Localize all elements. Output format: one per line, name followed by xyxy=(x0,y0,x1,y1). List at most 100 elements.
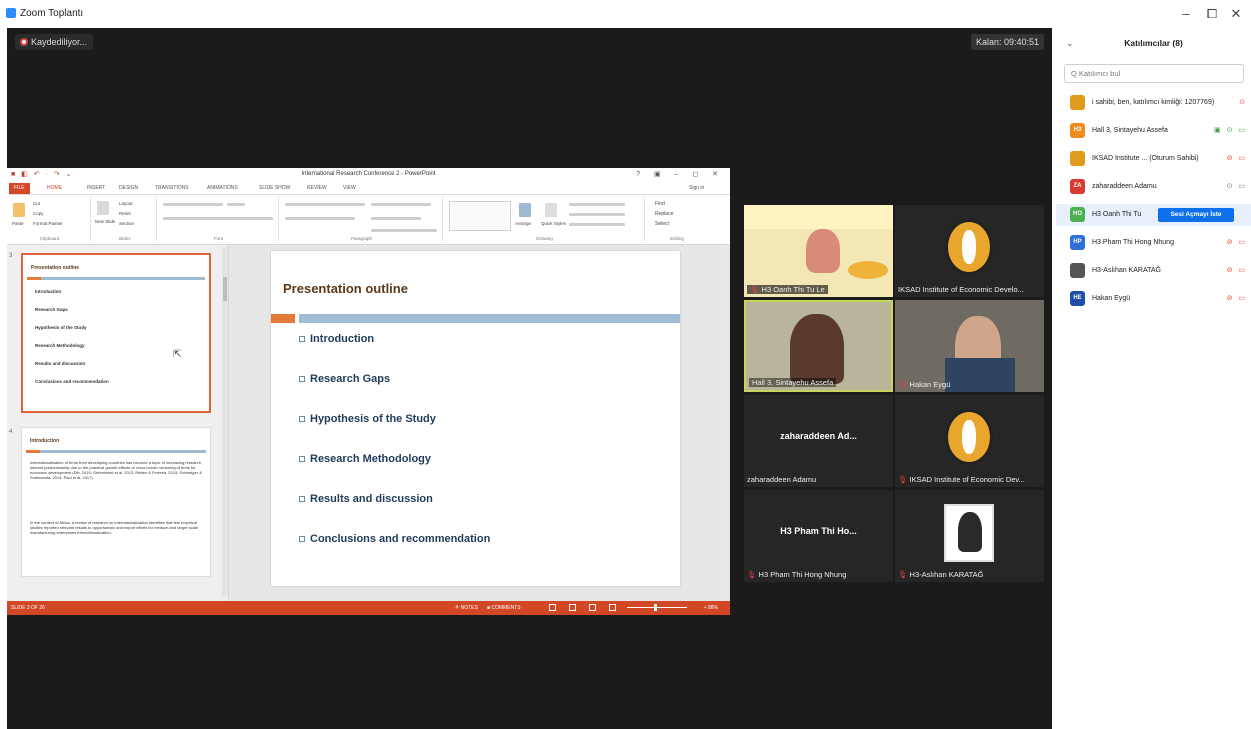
shape-fill-button[interactable] xyxy=(569,203,625,206)
ribbon-group-clipboard: Paste Cut Copy Format Painter Clipboard xyxy=(9,197,91,241)
video-tile[interactable]: H3 Pham Thi Ho... 🎙 H3 Pham Thi Hong Nhun… xyxy=(744,490,893,582)
shape-outline-button[interactable] xyxy=(569,213,625,216)
participant-row[interactable]: HE Hakan Eygü ⊘ ▭ xyxy=(1056,288,1251,310)
normal-view-icon[interactable] xyxy=(549,604,556,611)
participant-status-icons[interactable]: ⊘ ▭ xyxy=(1227,266,1247,274)
video-tile[interactable]: 🎙 IKSAD Institute of Economic Dev... xyxy=(895,395,1044,487)
find-button[interactable]: Find xyxy=(655,201,665,207)
slideshow-view-icon[interactable] xyxy=(609,604,616,611)
layout-button[interactable]: Layout xyxy=(119,201,133,206)
ppt-tab-slideshow[interactable]: SLIDE SHOW xyxy=(259,185,290,191)
reset-button[interactable]: Reset xyxy=(119,211,131,216)
slide-bullet: Research Gaps xyxy=(299,373,390,385)
new-slide-button[interactable]: New Slide xyxy=(95,219,115,224)
participant-row[interactable]: HP H3 Pham Thi Hong Nhung ⊘ ▭ xyxy=(1056,232,1251,254)
participant-search-input[interactable]: Q Katılımcı bul xyxy=(1064,64,1244,83)
participant-row[interactable]: IKSAD Institute ... (Oturum Sahibi) ⊘ ▭ xyxy=(1056,148,1251,170)
align-buttons[interactable] xyxy=(285,217,355,220)
participant-status-icons[interactable]: ⊘ ▭ xyxy=(1227,238,1247,246)
video-tile-active-speaker[interactable]: Hall 3, Sintayehu Assefa xyxy=(744,300,893,392)
text-direction-button[interactable] xyxy=(371,203,431,206)
video-tile[interactable]: IKSAD Institute of Economic Develo... xyxy=(895,205,1044,297)
section-button[interactable]: Section xyxy=(119,221,134,226)
font-size-box[interactable] xyxy=(227,203,245,206)
meeting-view: Kaydediliyor... Kalan: 09:40:51 ■ ◧ ↶ · … xyxy=(7,28,1052,729)
ppt-signin[interactable]: Sign in xyxy=(689,185,704,191)
ribbon-label-clipboard: Clipboard xyxy=(39,236,60,241)
quick-styles-icon[interactable] xyxy=(545,203,557,217)
format-painter-button[interactable]: Format Painter xyxy=(33,221,63,226)
ppt-window-controls[interactable]: ? ▣ – ◻ ✕ xyxy=(636,170,724,178)
replace-button[interactable]: Replace xyxy=(655,211,673,217)
participant-status-icons[interactable]: ⊘ ▭ xyxy=(1227,294,1247,302)
ppt-tab-animations[interactable]: ANIMATIONS xyxy=(207,185,238,191)
ask-to-unmute-button[interactable]: Sesi Açmayı İste xyxy=(1158,208,1234,222)
smartart-button[interactable] xyxy=(371,229,437,232)
quick-styles-button[interactable]: Quick Styles xyxy=(541,221,566,226)
participant-video xyxy=(790,314,844,384)
ppt-tab-transitions[interactable]: TRANSITIONS xyxy=(155,185,189,191)
thumb-bar-accent xyxy=(27,277,41,280)
participant-status-icons[interactable]: ▣ ⊙ ▭ xyxy=(1214,126,1247,134)
ppt-tab-view[interactable]: VIEW xyxy=(343,185,356,191)
comments-button[interactable]: ■ COMMENTS xyxy=(487,605,521,611)
recording-indicator[interactable]: Kaydediliyor... xyxy=(15,34,94,50)
zoom-slider-knob[interactable] xyxy=(654,604,657,611)
bullet-icon xyxy=(299,416,305,423)
slide-canvas[interactable]: Presentation outline Introduction Resear… xyxy=(271,251,680,586)
slide-thumbnail[interactable]: Introduction Internationalisation of fir… xyxy=(21,427,211,577)
minimize-button[interactable]: – xyxy=(1178,6,1194,21)
thumb-number: 4 xyxy=(9,429,13,435)
slide-title-bar xyxy=(299,314,680,323)
participant-row[interactable]: i sahibi, ben, katılımcı kimliği: 120776… xyxy=(1056,92,1251,114)
video-tile[interactable]: 🎙 H3 Oanh Thi Tu Le xyxy=(744,205,893,297)
font-format-buttons[interactable] xyxy=(163,217,273,220)
participant-name: IKSAD Institute ... (Oturum Sahibi) xyxy=(1092,155,1199,162)
thumbnails-scrollbar[interactable] xyxy=(222,247,228,597)
copy-button[interactable]: Copy xyxy=(33,211,44,216)
ribbon-label-slides: Slides xyxy=(118,236,131,241)
shape-effects-button[interactable] xyxy=(569,223,625,226)
zoom-level[interactable]: + 88% xyxy=(704,605,718,611)
participant-row[interactable]: H3-Aslıhan KARATAĞ ⊘ ▭ xyxy=(1056,260,1251,282)
ribbon-label-editing: Editing xyxy=(670,236,684,241)
scrollbar-knob[interactable] xyxy=(223,277,227,301)
participant-row[interactable]: ZA zaharaddeen Adamu ⊙ ▭ xyxy=(1056,176,1251,198)
ppt-titlebar: ■ ◧ ↶ · ↷ ⌄ International Research Confe… xyxy=(7,168,730,182)
ppt-tab-review[interactable]: REVIEW xyxy=(307,185,327,191)
maximize-button[interactable]: ⧠ xyxy=(1204,6,1220,22)
font-name-box[interactable] xyxy=(163,203,223,206)
ppt-tab-insert[interactable]: INSERT xyxy=(87,185,105,191)
ppt-tab-design[interactable]: DESIGN xyxy=(119,185,138,191)
slide-sorter-icon[interactable] xyxy=(569,604,576,611)
video-tile[interactable]: zaharaddeen Ad... zaharaddeen Adamu xyxy=(744,395,893,487)
arrange-button[interactable]: Arrange xyxy=(515,221,531,226)
paste-button[interactable]: Paste xyxy=(12,221,24,226)
shapes-gallery[interactable] xyxy=(449,201,511,231)
new-slide-icon[interactable] xyxy=(97,201,109,215)
align-text-button[interactable] xyxy=(371,217,421,220)
participant-row-hovered[interactable]: HO H3 Oanh Thi Tu Sesi Açmayı İste xyxy=(1056,204,1251,226)
slide-scrollbar[interactable] xyxy=(722,245,728,601)
muted-mic-icon: 🎙 xyxy=(750,285,760,294)
participant-status-icons[interactable]: ⊙ xyxy=(1239,98,1247,106)
slide-thumbnail-selected[interactable]: Presentation outline Introduction Resear… xyxy=(21,253,211,413)
participants-panel: ⌄ Katılımcılar (8) Q Katılımcı bul i sah… xyxy=(1056,28,1251,729)
reading-view-icon[interactable] xyxy=(589,604,596,611)
video-tile[interactable]: 🎙 Hakan Eygü xyxy=(895,300,1044,392)
arrange-icon[interactable] xyxy=(519,203,531,217)
ppt-tab-file[interactable]: FILE xyxy=(9,183,30,194)
participant-name: H3 Pham Thi Hong Nhung xyxy=(1092,239,1174,246)
ppt-tab-home[interactable]: HOME xyxy=(47,185,62,191)
paste-icon[interactable] xyxy=(13,203,25,217)
select-button[interactable]: Select xyxy=(655,221,669,227)
participant-status-icons[interactable]: ⊙ ▭ xyxy=(1227,182,1247,190)
zoom-slider[interactable] xyxy=(627,604,687,611)
video-tile[interactable]: 🎙 H3-Aslıhan KARATAĞ xyxy=(895,490,1044,582)
participant-status-icons[interactable]: ⊘ ▭ xyxy=(1227,154,1247,162)
participant-row[interactable]: H3 Hall 3, Sintayehu Assefa ▣ ⊙ ▭ xyxy=(1056,120,1251,142)
close-button[interactable]: ✕ xyxy=(1228,6,1244,22)
list-buttons[interactable] xyxy=(285,203,365,206)
notes-button[interactable]: ≜ NOTES xyxy=(455,605,478,611)
cut-button[interactable]: Cut xyxy=(33,201,40,206)
